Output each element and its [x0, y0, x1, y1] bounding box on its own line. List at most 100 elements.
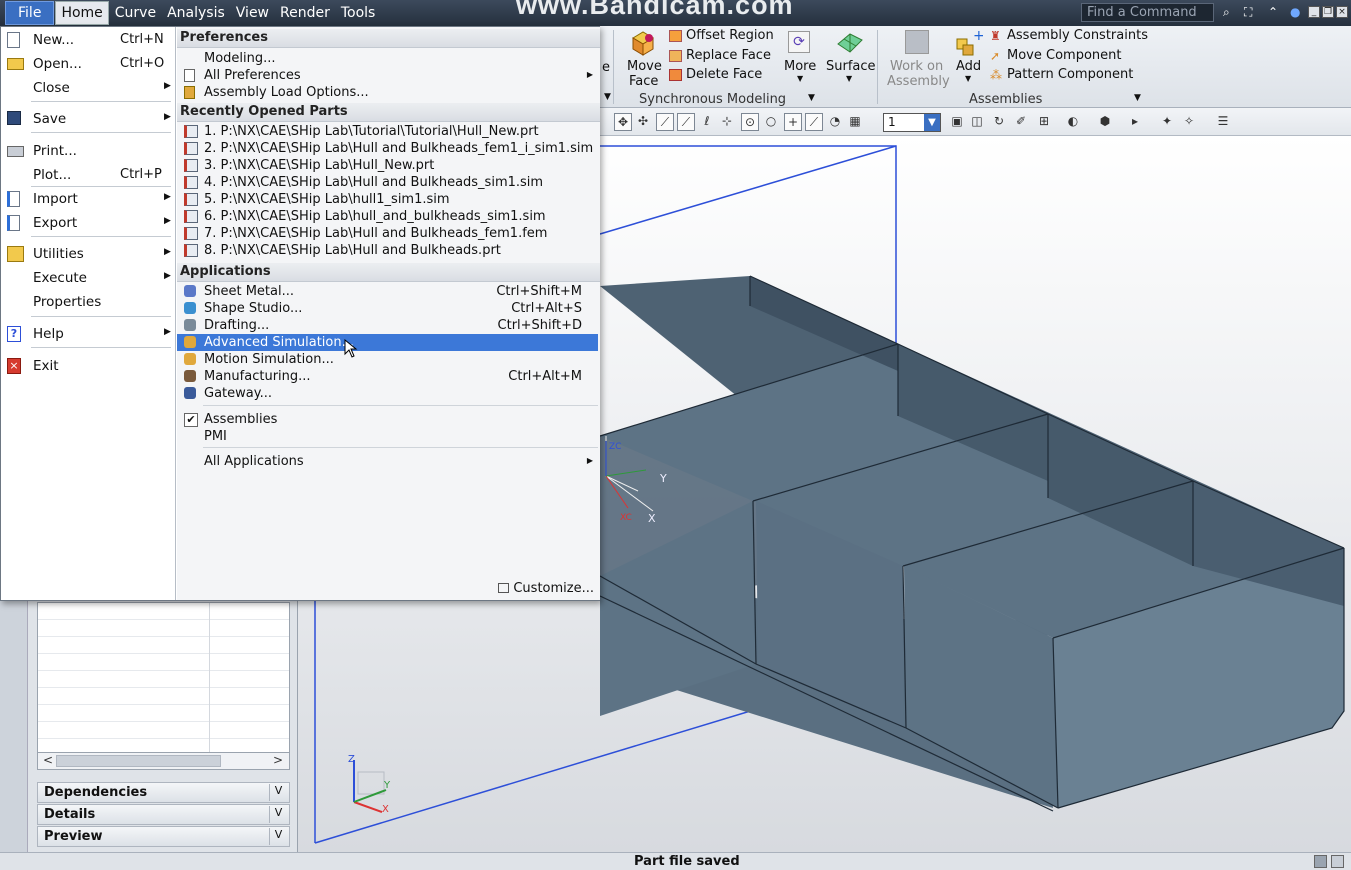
app-motion-simulation[interactable]: Motion Simulation...	[177, 351, 598, 368]
tab-tools[interactable]: Tools	[336, 2, 381, 24]
existing-point-icon[interactable]: +	[784, 113, 802, 131]
app-label: Sheet Metal...	[204, 284, 295, 299]
find-command-input[interactable]: Find a Command	[1081, 3, 1214, 22]
recent-part-item[interactable]: 7. P:\NX\CAE\SHip Lab\Hull and Bulkheads…	[177, 225, 598, 242]
menu-open[interactable]: Open... Ctrl+O	[1, 53, 176, 75]
surface-label: Surface	[826, 59, 876, 74]
toggle-pmi[interactable]: PMI	[177, 428, 598, 445]
fit-window-icon[interactable]: ⛶	[1244, 5, 1252, 20]
snap-icon[interactable]: ✣	[634, 113, 652, 131]
navigator-table[interactable]	[37, 602, 290, 755]
chevron-down-icon[interactable]: ▼	[808, 93, 815, 103]
app-advanced-simulation[interactable]: Advanced Simulation...	[177, 334, 598, 351]
panel-dependencies[interactable]: Dependencies V	[37, 782, 290, 803]
recent-part-item[interactable]: 6. P:\NX\CAE\SHip Lab\hull_and_bulkheads…	[177, 208, 598, 225]
panel-preview-label: Preview	[44, 829, 103, 844]
menu-pref-modeling[interactable]: Modeling...	[177, 50, 598, 67]
menu-plot-shortcut: Ctrl+P	[120, 167, 162, 182]
panel-preview[interactable]: Preview V	[37, 826, 290, 847]
tab-render[interactable]: Render	[275, 2, 335, 24]
restore-icon[interactable]: ❐	[1322, 6, 1334, 18]
app-gateway[interactable]: Gateway...	[177, 385, 598, 402]
help-icon: ?	[7, 326, 21, 342]
scroll-thumb[interactable]	[56, 755, 221, 767]
menu-exit[interactable]: × Exit	[1, 355, 176, 377]
menu-all-applications[interactable]: All Applications ▶	[177, 453, 598, 470]
menu-new[interactable]: New... Ctrl+N	[1, 29, 176, 51]
menu-pref-assembly-load[interactable]: Assembly Load Options...	[177, 84, 598, 101]
shaded-cube-icon[interactable]: ⬢	[1096, 113, 1114, 131]
recent-part-item[interactable]: 1. P:\NX\CAE\SHip Lab\Tutorial\Tutorial\…	[177, 123, 598, 140]
menu-export[interactable]: Export ▶	[1, 212, 176, 234]
menu-new-label: New...	[33, 32, 75, 48]
app-manufacturing[interactable]: Manufacturing... Ctrl+Alt+M	[177, 368, 598, 385]
layer-settings-icon[interactable]: ▣	[948, 113, 966, 131]
select-all-icon[interactable]: ✥	[614, 113, 632, 131]
menu-plot[interactable]: Plot... Ctrl+P	[1, 164, 176, 186]
close-icon[interactable]: ×	[1336, 6, 1348, 18]
pattern-component-icon: ⁂	[990, 68, 1002, 82]
menu-import[interactable]: Import ▶	[1, 188, 176, 210]
recent-part-item[interactable]: 4. P:\NX\CAE\SHip Lab\Hull and Bulkheads…	[177, 174, 598, 191]
quadrant-icon[interactable]: ○	[762, 113, 780, 131]
line-snap-icon[interactable]: ⟋	[656, 113, 674, 131]
chevron-up-icon[interactable]: ⌃	[1268, 5, 1278, 19]
menu-print[interactable]: Print...	[1, 140, 176, 162]
chevron-down-icon[interactable]: ▼	[1134, 93, 1141, 103]
render-style-icon[interactable]: ◐	[1064, 113, 1082, 131]
help-circle-icon[interactable]: ●	[1290, 5, 1300, 19]
recent-part-item[interactable]: 5. P:\NX\CAE\SHip Lab\hull1_sim1.sim	[177, 191, 598, 208]
chevron-down-icon[interactable]: V	[269, 828, 287, 845]
bounded-grid-icon[interactable]: ▦	[846, 113, 864, 131]
app-drafting[interactable]: Drafting... Ctrl+Shift+D	[177, 317, 598, 334]
scroll-right-icon[interactable]: >	[273, 753, 283, 767]
customize-button[interactable]: Customize...	[498, 581, 594, 596]
view-toggle-icon[interactable]	[1314, 855, 1327, 868]
constraints-icon: ♜	[990, 29, 1001, 43]
toolbar-options-icon[interactable]: ☰	[1214, 113, 1232, 131]
endpoint-icon[interactable]: ⟋	[677, 113, 695, 131]
chevron-down-icon[interactable]: V	[269, 806, 287, 823]
menu-pref-all[interactable]: All Preferences ▶	[177, 67, 598, 84]
recent-part-item[interactable]: 3. P:\NX\CAE\SHip Lab\Hull_New.prt	[177, 157, 598, 174]
point-on-face-icon[interactable]: ◔	[826, 113, 844, 131]
menu-close[interactable]: Close ▶	[1, 77, 176, 99]
minimize-icon[interactable]: _	[1308, 6, 1320, 18]
intersection-icon[interactable]: ⊹	[718, 113, 736, 131]
app-shape-studio[interactable]: Shape Studio... Ctrl+Alt+S	[177, 300, 598, 317]
menu-execute[interactable]: Execute ▶	[1, 267, 176, 289]
tab-home[interactable]: Home	[55, 1, 109, 25]
rotate-icon[interactable]: ↻	[990, 113, 1008, 131]
fullscreen-icon[interactable]	[1331, 855, 1344, 868]
orient-view-icon[interactable]: ⊞	[1035, 113, 1053, 131]
menu-file[interactable]: File	[5, 1, 55, 25]
search-icon[interactable]: ⌕	[1223, 5, 1230, 20]
section-view-icon[interactable]: ▸	[1126, 113, 1144, 131]
curve-point-icon[interactable]: ℓ	[698, 113, 716, 131]
recent-part-item[interactable]: 2. P:\NX\CAE\SHip Lab\Hull and Bulkheads…	[177, 140, 598, 157]
menu-save[interactable]: Save ▶	[1, 108, 176, 130]
chevron-down-icon[interactable]: ▼	[604, 92, 611, 102]
view-layer-icon[interactable]: ◫	[968, 113, 986, 131]
app-sheet-metal[interactable]: Sheet Metal... Ctrl+Shift+M	[177, 283, 598, 300]
menu-help[interactable]: ? Help ▶	[1, 323, 176, 345]
tab-view[interactable]: View	[231, 2, 274, 24]
wcs-orient-icon[interactable]: ✧	[1180, 113, 1198, 131]
pan-icon[interactable]: ✐	[1012, 113, 1030, 131]
point-on-curve-icon[interactable]: ⟋	[805, 113, 823, 131]
scroll-left-icon[interactable]: <	[43, 753, 53, 767]
panel-details[interactable]: Details V	[37, 804, 290, 825]
chevron-down-icon[interactable]: V	[269, 784, 287, 801]
arc-center-icon[interactable]: ⊙	[741, 113, 759, 131]
checkmark-icon: ✔	[184, 413, 198, 427]
toggle-assemblies[interactable]: ✔ Assemblies	[177, 411, 598, 428]
shape-studio-icon	[184, 302, 196, 314]
wcs-icon[interactable]: ✦	[1158, 113, 1176, 131]
recent-part-item[interactable]: 8. P:\NX\CAE\SHip Lab\Hull and Bulkheads…	[177, 242, 598, 259]
menu-utilities[interactable]: Utilities ▶	[1, 243, 176, 265]
horizontal-scrollbar[interactable]: < >	[37, 752, 290, 770]
tab-curve[interactable]: Curve	[110, 2, 161, 24]
menu-properties[interactable]: Properties	[1, 291, 176, 313]
tab-analysis[interactable]: Analysis	[162, 2, 230, 24]
work-layer-select[interactable]: 1 ▼	[883, 113, 941, 132]
